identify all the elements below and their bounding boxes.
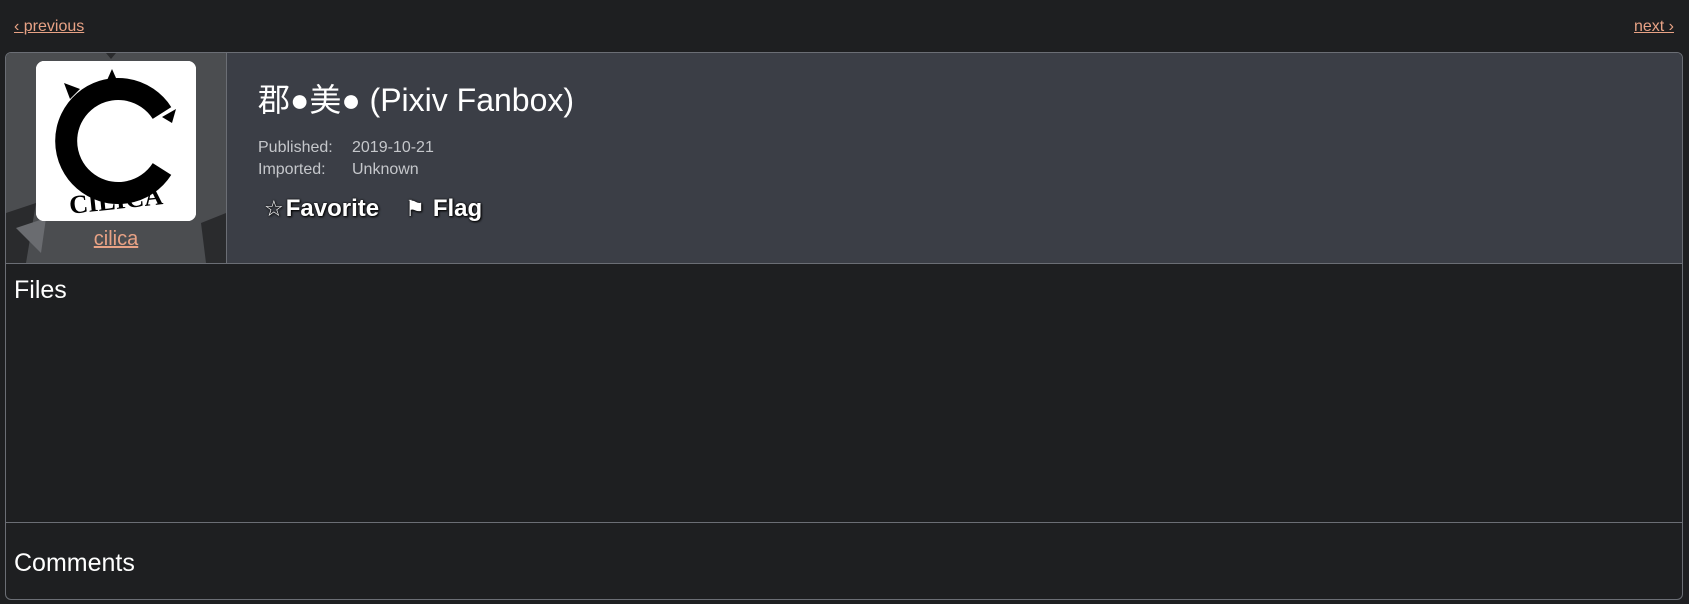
favorite-label: Favorite — [285, 195, 380, 222]
imported-row: Imported: Unknown — [258, 159, 574, 181]
published-row: Published: 2019-10-21 — [258, 137, 574, 159]
files-section: Files — [6, 264, 1682, 523]
star-icon: ☆ — [264, 196, 284, 221]
flag-icon: ⚑ — [405, 196, 425, 221]
post-actions: ☆ Favorite ⚑ Flag — [264, 195, 482, 223]
post-meta: Published: 2019-10-21 Imported: Unknown — [258, 137, 574, 181]
username-link[interactable]: cilica — [6, 228, 226, 251]
imported-label: Imported: — [258, 161, 326, 178]
cilica-logo-icon: CILICA — [36, 61, 196, 221]
post-info: 郡●美● (Pixiv Fanbox) Published: 2019-10-2… — [258, 75, 574, 181]
comments-heading: Comments — [14, 549, 135, 577]
post-title: 郡●美● (Pixiv Fanbox) — [258, 82, 575, 118]
previous-link[interactable]: ‹ previous — [14, 18, 84, 36]
published-label: Published: — [258, 139, 333, 156]
avatar[interactable]: CILICA — [36, 61, 196, 221]
post-card: CILICA cilica 郡●美● (Pixiv Fanbox) Publis… — [5, 52, 1683, 600]
user-panel: CILICA cilica — [6, 53, 227, 263]
imported-value: Unknown — [352, 161, 419, 178]
files-heading: Files — [14, 276, 67, 304]
comments-section: Comments — [6, 523, 1682, 599]
post-header: CILICA cilica 郡●美● (Pixiv Fanbox) Publis… — [6, 53, 1682, 264]
published-value: 2019-10-21 — [352, 139, 434, 156]
next-link[interactable]: next › — [1634, 18, 1674, 36]
flag-label: Flag — [432, 195, 483, 222]
flag-button[interactable]: ⚑ Flag — [405, 195, 482, 223]
post-navigation: ‹ previous next › — [0, 0, 1689, 52]
favorite-button[interactable]: ☆ Favorite — [264, 195, 379, 223]
